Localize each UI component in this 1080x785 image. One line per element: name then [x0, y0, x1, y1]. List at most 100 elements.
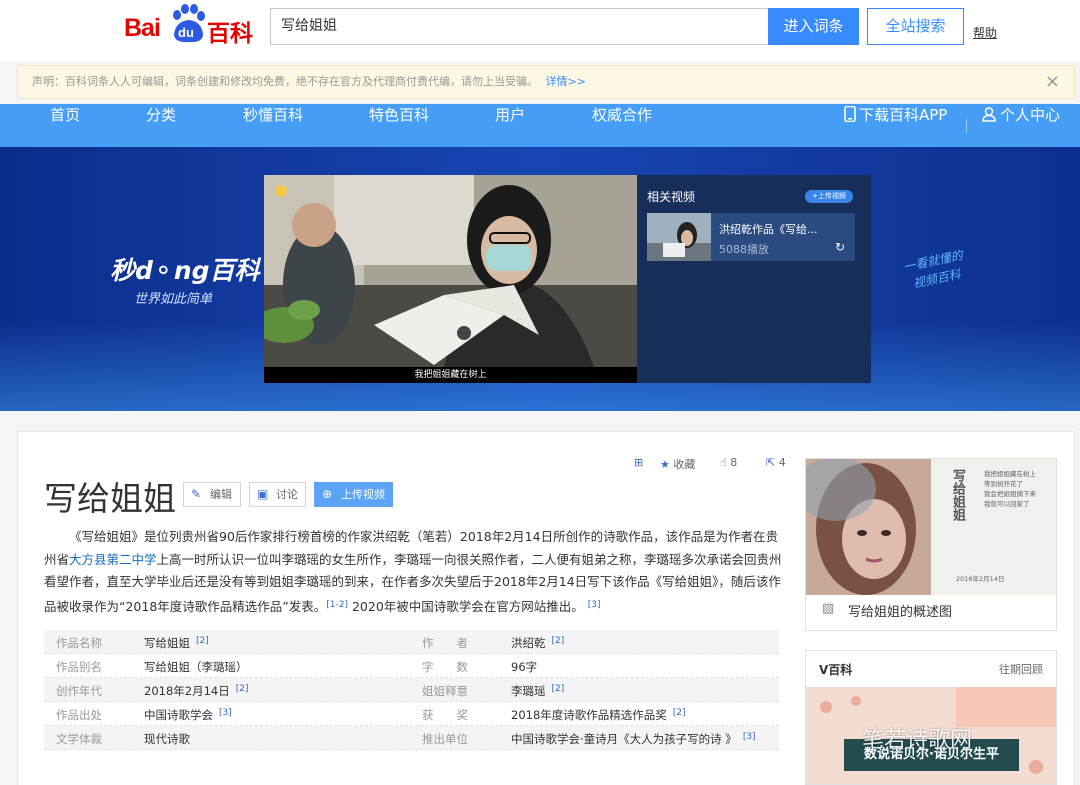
image-icon: ▧ [822, 601, 835, 616]
info-key: 作品名称 [56, 636, 102, 650]
share-button[interactable]: ⇱ 4 [766, 456, 786, 469]
info-value: 2018年度诗歌作品精选作品奖 [2] [511, 708, 686, 722]
logo-baike-text: 百科 [207, 21, 253, 47]
share-count: 4 [778, 456, 786, 469]
download-app-label: 下载百科APP [859, 106, 948, 124]
thumbs-up-icon: ☝ [720, 456, 727, 469]
close-icon[interactable]: × [1045, 66, 1060, 98]
related-video-plays: 5088播放 [719, 243, 769, 256]
header: Bai du 百科 写给姐姐 进入词条 全站搜索 帮助 [0, 0, 1080, 62]
info-value: 96字 [511, 660, 538, 674]
info-value: 写给姐姐 [2] [144, 636, 209, 650]
related-videos-title: 相关视频 [647, 190, 696, 204]
past-review-link[interactable]: 往期回顾 [999, 661, 1043, 677]
overview-caption[interactable]: ▧ 写给姐姐的概述图 [822, 601, 952, 620]
reference-link[interactable]: [1-2] [326, 600, 348, 610]
overview-image: 写给姐姐 我把姐姐藏在树上 等到树开花了 我会把姐姐摘下来 我就可以回家了 20… [806, 459, 1056, 595]
like-button[interactable]: ☝ 8 [720, 456, 737, 469]
star-icon: ★ [660, 458, 670, 471]
overview-image-card[interactable]: 写给姐姐 我把姐姐藏在树上 等到树开花了 我会把姐姐摘下来 我就可以回家了 20… [805, 458, 1057, 631]
nav-divider [966, 119, 967, 133]
info-row: 创作年代 2018年2月14日 [2] 姐姐释意 李璐瑶 [2] [44, 678, 779, 702]
info-key: 姐姐释意 [422, 684, 468, 698]
school-link[interactable]: 大方县第二中学 [69, 552, 157, 567]
info-row: 作品出处 中国诗歌学会 [3] 获 奖 2018年度诗歌作品精选作品奖 [2] [44, 702, 779, 726]
poem-date: 2018年2月14日 [956, 575, 1005, 583]
miaodong-slogan: 世界如此简单 [134, 292, 213, 307]
info-key: 文学体裁 [56, 732, 102, 746]
search-input[interactable]: 写给姐姐 [270, 8, 769, 45]
user-center-link[interactable]: 个人中心 [982, 104, 1060, 147]
v-baike-title: V百科 [819, 663, 853, 677]
nav-item-special[interactable]: 特色百科 [369, 104, 429, 147]
discuss-button[interactable]: ▣ 讨论 [249, 482, 306, 507]
edit-button[interactable]: ✎ 编辑 [183, 482, 241, 507]
related-video-item[interactable]: 洪绍乾作品《写给... 5088播放 ↻ [647, 213, 855, 261]
miaodong-brand: 秒d⚬ng百科 [110, 256, 260, 285]
info-key: 作品别名 [56, 660, 102, 674]
replay-icon[interactable]: ↻ [835, 240, 845, 254]
user-icon [982, 107, 996, 122]
logo-bai-text: Bai [124, 14, 161, 42]
basic-info-table: 作品名称 写给姐姐 [2] 作 者 洪绍乾 [2] 作品别名 写给姐姐（李璐瑶） 字… [44, 630, 779, 750]
collect-label: 收藏 [673, 458, 696, 471]
video-player[interactable]: 我把姐姐藏在树上 [264, 175, 637, 383]
info-value: 李璐瑶 [2] [511, 684, 565, 698]
info-value: 写给姐姐（李璐瑶） [144, 660, 248, 674]
info-key: 推出单位 [422, 732, 468, 746]
poem-title-vertical: 写给姐姐 [950, 469, 965, 521]
summary-part-3: 2020年被中国诗歌学会在官方网站推出。 [351, 598, 584, 614]
reference-link[interactable]: [3] [588, 600, 601, 610]
info-key: 创作年代 [56, 684, 102, 698]
main-nav: 首页 分类 秒懂百科 特色百科 用户 权威合作 下载百科APP 个人中心 [0, 104, 1080, 147]
notice-more-link[interactable]: 详情>> [546, 75, 586, 88]
nav-item-cooperation[interactable]: 权威合作 [592, 104, 652, 147]
upload-video-button[interactable]: ⊕ 上传视频 [314, 482, 393, 507]
info-row: 作品别名 写给姐姐（李璐瑶） 字 数 96字 [44, 654, 779, 678]
pencil-icon: ✎ [191, 487, 202, 501]
watermark-text: 笔若诗歌网 [862, 728, 973, 753]
baidu-baike-logo[interactable]: Bai du 百科 [124, 4, 256, 47]
phone-icon [844, 105, 856, 123]
share-icon: ⇱ [766, 456, 776, 469]
entry-title: 写给姐姐 [44, 479, 176, 518]
logo-du-text: du [178, 25, 194, 40]
chat-icon: ▣ [257, 487, 269, 501]
help-link[interactable]: 帮助 [973, 24, 997, 41]
overview-caption-text: 写给姐姐的概述图 [848, 605, 953, 620]
discuss-label: 讨论 [276, 488, 298, 501]
miaodong-banner: 秒d⚬ng百科 世界如此简单 我把姐姐藏在树上 相关视频 +上传视频 洪绍乾作品… [0, 147, 1080, 411]
nav-item-category[interactable]: 分类 [146, 104, 176, 147]
v-baike-card: V百科 往期回顾 数说诺贝尔·诺贝尔生平 [805, 650, 1057, 785]
upload-video-small-button[interactable]: +上传视频 [805, 190, 853, 203]
info-row: 作品名称 写给姐姐 [2] 作 者 洪绍乾 [2] [44, 630, 779, 654]
related-video-title: 洪绍乾作品《写给... [719, 223, 818, 236]
video-frame-image [264, 175, 637, 367]
plus-circle-icon: ⊕ [322, 487, 333, 501]
entry-summary: 《写给姐姐》是位列贵州省90后作家排行榜首榜的作家洪绍乾（笔若）2018年2月1… [44, 526, 784, 618]
info-value: 中国诗歌学会·童诗月《大人为孩子写的诗 》 [3] [511, 732, 756, 746]
nav-item-home[interactable]: 首页 [50, 104, 80, 147]
info-row: 文学体裁 现代诗歌 推出单位 中国诗歌学会·童诗月《大人为孩子写的诗 》 [3] [44, 726, 779, 750]
notice-text: 声明：百科词条人人可编辑，词条创建和修改均免费，绝不存在官方及代理商付费代编，请… [32, 75, 538, 88]
nav-item-miaodong[interactable]: 秒懂百科 [243, 104, 303, 147]
info-value: 洪绍乾 [2] [511, 636, 565, 650]
collect-button[interactable]: ★ 收藏 [660, 456, 695, 472]
user-center-label: 个人中心 [1000, 106, 1061, 124]
banner-handwritten-slogan: 一看就懂的 视频百科 [902, 246, 968, 294]
search-all-button[interactable]: 全站搜索 [867, 8, 964, 45]
add-icon[interactable]: ⊞ [634, 456, 643, 469]
video-subtitle: 我把姐姐藏在树上 [264, 367, 637, 383]
enter-entry-button[interactable]: 进入词条 [768, 8, 859, 45]
info-value: 2018年2月14日 [2] [144, 684, 249, 698]
video-thumbnail [647, 213, 711, 261]
nav-item-user[interactable]: 用户 [495, 104, 525, 147]
like-count: 8 [730, 456, 738, 469]
edit-label: 编辑 [210, 488, 232, 501]
download-app-link[interactable]: 下载百科APP [843, 104, 947, 147]
video-logo-dot [275, 185, 287, 197]
related-videos-panel: 相关视频 +上传视频 洪绍乾作品《写给... 5088播放 ↻ [637, 175, 871, 383]
info-value: 现代诗歌 [144, 732, 190, 746]
poem-text: 我把姐姐藏在树上 等到树开花了 我会把姐姐摘下来 我就可以回家了 [984, 470, 1036, 508]
info-key: 字 数 [422, 660, 468, 674]
